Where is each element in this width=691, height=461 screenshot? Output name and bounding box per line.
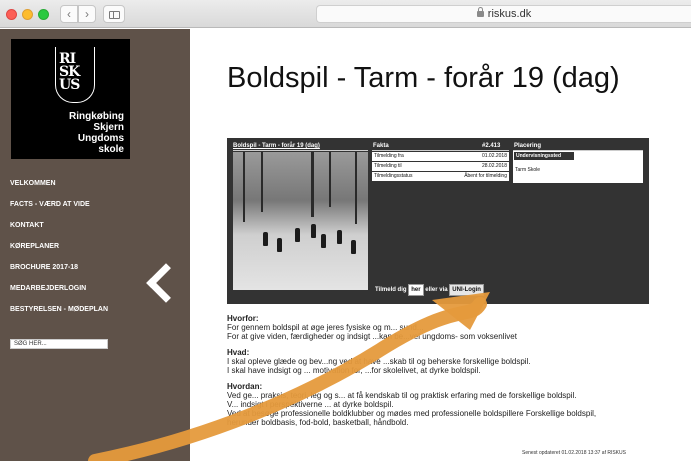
address-bar[interactable]: riskus.dk <box>316 5 691 23</box>
facts-header: Fakta <box>373 143 389 149</box>
signup-here-button[interactable]: her <box>408 284 424 296</box>
hvorfor-heading: Hvorfor: <box>227 314 259 323</box>
zoom-window-button[interactable] <box>38 9 49 20</box>
chevron-left-icon[interactable] <box>146 263 186 303</box>
photo-caption: Boldspil - Tarm - forår 19 (dag) <box>233 143 320 149</box>
facts-id: #2.413 <box>482 143 501 149</box>
sidebar-item-koereplaner[interactable]: KØREPLANER <box>10 242 108 263</box>
placement-box: Undervisningssted Tarm Skole <box>513 151 643 183</box>
logo-line: Ringkøbing <box>69 111 124 122</box>
lock-icon <box>476 7 484 17</box>
logo-line: skole <box>98 144 124 155</box>
sidebar-item-medarbejderlogin[interactable]: MEDARBEJDERLOGIN <box>10 284 108 305</box>
browser-back-button[interactable]: ‹ <box>60 5 78 23</box>
close-window-button[interactable] <box>6 9 17 20</box>
search-input[interactable]: SØG HER... <box>10 339 108 349</box>
course-description: Hvorfor: For gennem boldspil at øge jere… <box>227 314 667 427</box>
sidebar-item-bestyrelsen[interactable]: BESTYRELSEN - MØDEPLAN <box>10 305 108 326</box>
hvad-heading: Hvad: <box>227 348 250 357</box>
placement-tab[interactable]: Undervisningssted <box>514 152 574 160</box>
sidebar-icon <box>108 11 120 19</box>
paragraph: I skal have indsigt og ... motivation fo… <box>227 366 481 375</box>
chevron-left-icon: ‹ <box>67 7 71 21</box>
paragraph: herunder boldbasis, fod-bold, basketball… <box>227 418 409 427</box>
course-info-panel: Boldspil - Tarm - forår 19 (dag) Fakta #… <box>227 138 649 304</box>
paragraph: Ved ge... praksis, teori, leg og s... at… <box>227 391 577 400</box>
sidebar: RI SK US Ringkøbing Skjern Ungdoms skole… <box>0 29 190 461</box>
unilogin-button[interactable]: UNI-Login <box>449 284 484 296</box>
fact-row: Tilmelding til 28.02.2018 <box>372 162 509 171</box>
sidebar-item-kontakt[interactable]: KONTAKT <box>10 221 108 242</box>
browser-forward-button[interactable]: › <box>78 5 96 23</box>
sidebar-menu: VELKOMMEN FACTS - VÆRD AT VIDE KONTAKT K… <box>10 179 108 326</box>
page-title: Boldspil - Tarm - forår 19 (dag) <box>227 62 620 94</box>
chevron-right-icon: › <box>85 7 89 21</box>
course-photo <box>233 152 368 290</box>
logo-line: Ungdoms <box>77 133 124 144</box>
placement-header: Placering <box>514 143 542 149</box>
paragraph: I skal opleve glæde og bev...ng ved at h… <box>227 357 531 366</box>
sidebar-toggle-button[interactable] <box>103 5 125 23</box>
fact-row: Tilmeldingsstatus Åbent for tilmelding <box>372 172 509 181</box>
minimize-window-button[interactable] <box>22 9 33 20</box>
fact-row: Tilmelding fra 01.02.2018 <box>372 152 509 161</box>
hvordan-heading: Hvordan: <box>227 382 263 391</box>
sidebar-item-facts[interactable]: FACTS - VÆRD AT VIDE <box>10 200 108 221</box>
logo-line: Skjern <box>93 122 124 133</box>
url-text: riskus.dk <box>487 8 532 20</box>
logo[interactable]: RI SK US Ringkøbing Skjern Ungdoms skole <box>11 39 130 159</box>
paragraph: For gennem boldspil at øge jeres fysiske… <box>227 323 424 332</box>
sidebar-item-brochure[interactable]: BROCHURE 2017-18 <box>10 263 108 284</box>
paragraph: V... indsigt i perspektiverne ... at dyr… <box>227 400 394 409</box>
placement-value: Tarm Skole <box>515 167 541 173</box>
paragraph: Ved at besøge professionelle boldklubber… <box>227 409 597 418</box>
seal-text: RI SK US <box>59 51 80 93</box>
paragraph: For at give viden, færdigheder og indsig… <box>227 332 517 341</box>
browser-toolbar: ‹ › riskus.dk <box>0 0 691 28</box>
signup-row: Tilmeld dig her eller via UNI-Login <box>375 284 484 296</box>
last-updated: Senest opdateret 01.02.2018 13:37 af RIS… <box>522 450 626 456</box>
sidebar-item-velkommen[interactable]: VELKOMMEN <box>10 179 108 200</box>
